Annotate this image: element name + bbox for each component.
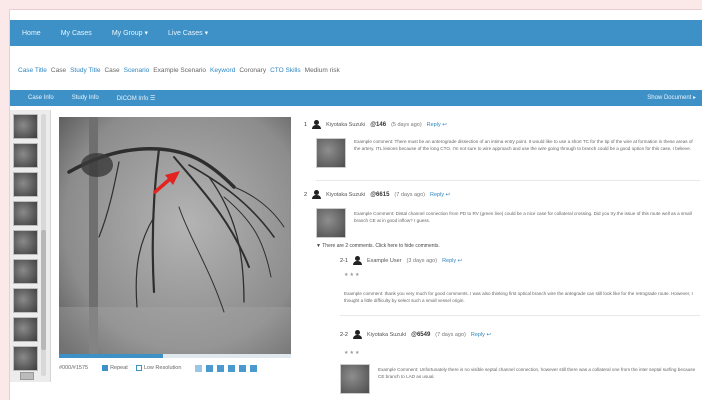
- case-subtoolbar: Case Info Study Info DICOM Info ☰ Show D…: [10, 90, 702, 106]
- comment-score: @6615: [370, 191, 390, 198]
- comment-text: Example Comment: Distal channel connecti…: [354, 211, 692, 223]
- reply-link[interactable]: Reply ↩: [471, 332, 491, 338]
- frame-counter: #000/#1575: [59, 365, 89, 371]
- user-icon: [312, 190, 322, 199]
- comment-header: 2 Kiyotaka Suzuki @6615 (7 days ago) Rep…: [304, 190, 450, 199]
- reply-time: (3 days ago): [406, 257, 438, 264]
- nav-my-cases[interactable]: My Cases: [61, 30, 92, 37]
- reply-header: 2-1 Example User (3 days ago) Reply ↩: [340, 256, 462, 265]
- low-resolution-checkbox-box[interactable]: [135, 365, 142, 371]
- low-resolution-label: Low Resolution: [143, 365, 182, 371]
- series-thumbnail[interactable]: [13, 114, 38, 139]
- nav-live-cases[interactable]: Live Cases ▾: [168, 29, 208, 37]
- comment-header: 1 Kiyotaka Suzuki @146 (5 days ago) Repl…: [304, 120, 447, 129]
- comment-author[interactable]: Kiyotaka Suzuki: [326, 192, 365, 198]
- reply-link[interactable]: Reply ↩: [427, 122, 447, 128]
- reply-text: Example comment: thank you very much for…: [344, 291, 693, 303]
- zoom-icon[interactable]: [195, 364, 203, 372]
- playback-progress[interactable]: [59, 354, 291, 358]
- user-icon: [312, 120, 322, 129]
- reply-divider: [340, 315, 700, 316]
- reply-number: 2-2: [340, 331, 348, 338]
- reply-score: @6549: [411, 331, 431, 338]
- next-frame-icon[interactable]: [239, 364, 247, 372]
- comment-time: (7 days ago): [394, 191, 425, 198]
- reply-author[interactable]: Kiyotaka Suzuki: [367, 332, 406, 338]
- comment-number: 2: [304, 191, 308, 198]
- viewer-controls: #000/#1575 Repeat Low Resolution: [59, 361, 299, 375]
- comment-score: @146: [370, 121, 387, 128]
- series-thumbnail[interactable]: [13, 317, 38, 342]
- comment-attachment-thumbnail[interactable]: [316, 138, 346, 168]
- user-icon: [352, 330, 362, 339]
- case-title-label[interactable]: Case Title: [18, 67, 47, 74]
- reply-number: 2-1: [340, 257, 348, 264]
- series-thumbnail[interactable]: [13, 346, 38, 371]
- prev-frame-icon[interactable]: [228, 364, 236, 372]
- reply-header: 2-2 Kiyotaka Suzuki @6549 (7 days ago) R…: [340, 330, 491, 339]
- repeat-label: Repeat: [110, 365, 128, 371]
- comment-number: 1: [304, 121, 308, 128]
- low-resolution-checkbox[interactable]: Low Resolution: [135, 365, 182, 371]
- user-icon: [352, 256, 362, 265]
- angiogram-viewer[interactable]: [59, 117, 291, 354]
- case-title-value: Case: [50, 66, 67, 74]
- app-window: Home My Cases My Group ▾ Live Cases ▾ Ca…: [10, 10, 702, 400]
- pause-icon[interactable]: [217, 364, 225, 372]
- angiogram-image: [59, 117, 291, 354]
- playback-progress-fill: [59, 354, 164, 358]
- thumbnail-grid-icon[interactable]: [20, 372, 34, 380]
- reply-text: Example Comment: Unfortunately there is …: [378, 367, 696, 379]
- series-thumbnail[interactable]: [13, 172, 38, 197]
- cto-skills-value: Medium risk: [304, 66, 340, 74]
- series-thumbnail-strip: [10, 110, 51, 382]
- rating-stars[interactable]: ★★★: [344, 272, 360, 278]
- repeat-checkbox[interactable]: Repeat: [102, 365, 128, 371]
- series-thumbnail[interactable]: [13, 259, 38, 284]
- case-info-tab[interactable]: Case Info: [28, 95, 54, 101]
- comment-text: Example comment: There must be an antero…: [354, 139, 693, 151]
- comment-author[interactable]: Kiyotaka Suzuki: [326, 122, 365, 128]
- comments-panel: 1 Kiyotaka Suzuki @146 (5 days ago) Repl…: [302, 110, 702, 400]
- dicom-info-tab[interactable]: DICOM Info ☰: [117, 95, 156, 102]
- thumbnail-scroll-handle[interactable]: [41, 230, 46, 350]
- reply-author[interactable]: Example User: [367, 258, 402, 264]
- cto-skills-label[interactable]: CTO Skills: [270, 67, 301, 74]
- series-thumbnail[interactable]: [13, 288, 38, 313]
- fullscreen-icon[interactable]: [250, 364, 258, 372]
- reply-link[interactable]: Reply ↩: [430, 192, 450, 198]
- replies-toggle[interactable]: ▼ There are 2 comments. Click here to hi…: [316, 243, 440, 249]
- study-title-value: Case: [104, 66, 120, 74]
- scenario-label[interactable]: Scenario: [124, 67, 150, 74]
- reply-link[interactable]: Reply ↩: [442, 258, 462, 264]
- rating-stars[interactable]: ★★★: [344, 350, 360, 356]
- top-navigation-bar: Home My Cases My Group ▾ Live Cases ▾: [10, 20, 702, 46]
- reply-attachment-thumbnail[interactable]: [340, 364, 370, 394]
- keyword-value: Coronary: [239, 66, 267, 74]
- study-info-tab[interactable]: Study Info: [72, 95, 99, 101]
- series-thumbnail[interactable]: [13, 143, 38, 168]
- nav-my-group[interactable]: My Group ▾: [112, 29, 148, 37]
- study-title-label[interactable]: Study Title: [70, 67, 100, 74]
- case-breadcrumb: Case Title Case Study Title Case Scenari…: [18, 64, 340, 76]
- series-thumbnail[interactable]: [13, 201, 38, 226]
- show-document-button[interactable]: Show Document ▸: [647, 94, 696, 101]
- viewer-tool-icons: [195, 364, 258, 372]
- play-icon[interactable]: [206, 364, 214, 372]
- scenario-value: Example Scenario: [153, 66, 207, 74]
- reply-time: (7 days ago): [435, 331, 466, 338]
- series-thumbnail[interactable]: [13, 230, 38, 255]
- nav-home[interactable]: Home: [22, 30, 41, 37]
- comment-divider: [316, 180, 700, 181]
- comment-attachment-thumbnail[interactable]: [316, 208, 346, 238]
- comment-time: (5 days ago): [391, 121, 422, 128]
- repeat-checkbox-box[interactable]: [102, 365, 109, 371]
- keyword-label[interactable]: Keyword: [210, 67, 235, 74]
